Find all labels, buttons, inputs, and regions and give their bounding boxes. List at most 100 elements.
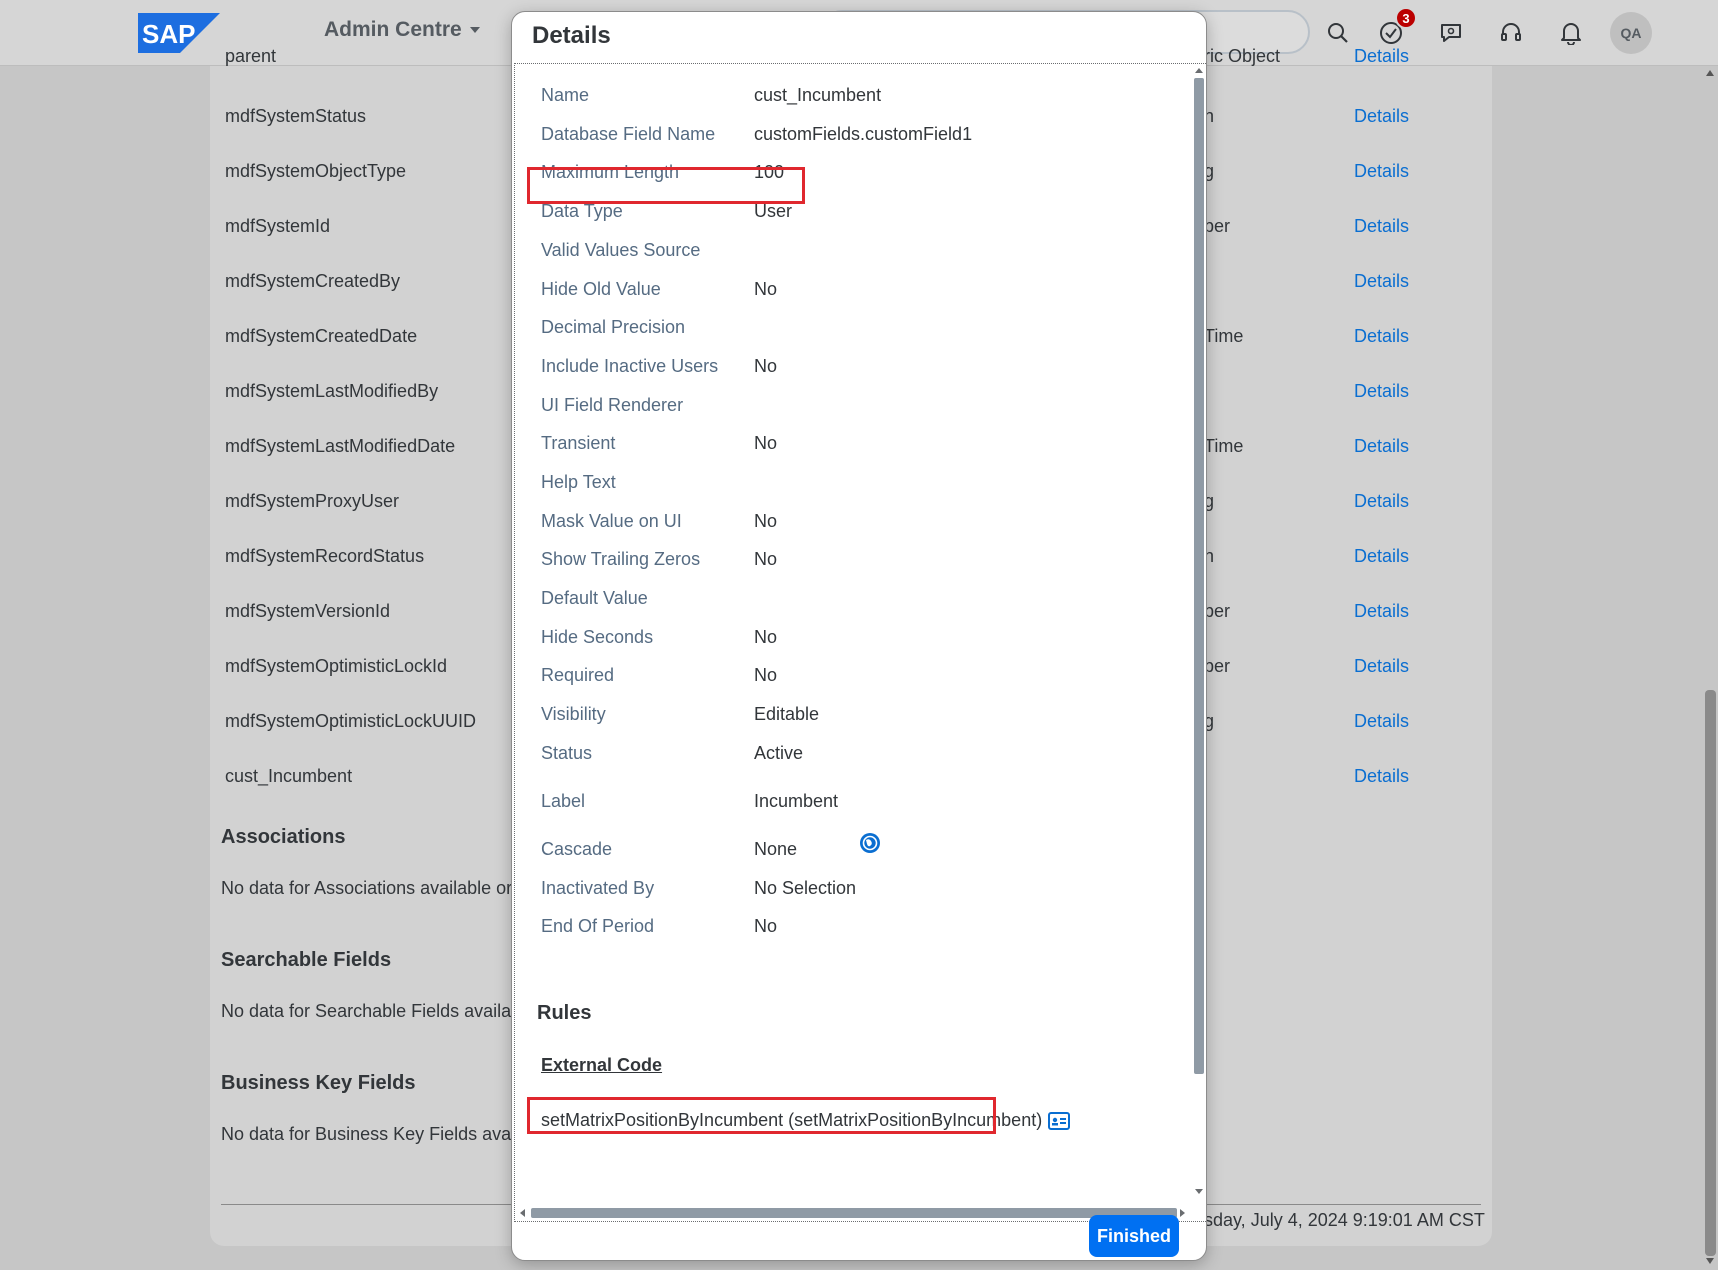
external-code-column-header[interactable]: External Code (541, 1055, 662, 1076)
finished-button[interactable]: Finished (1089, 1215, 1179, 1257)
scroll-down-icon[interactable] (1706, 1258, 1714, 1264)
notification-badge: 3 (1395, 7, 1417, 29)
property-label: Status (541, 743, 593, 763)
property-label: Database Field Name (541, 124, 716, 144)
scroll-up-icon[interactable] (1706, 70, 1714, 76)
avatar[interactable]: QA (1610, 12, 1652, 54)
sap-logo-text: SAP (142, 19, 195, 49)
field-type-partial: ric Object (1204, 46, 1281, 66)
details-link[interactable]: Details (1354, 161, 1409, 182)
details-link[interactable]: Details (1354, 216, 1409, 237)
scroll-up-icon[interactable] (1195, 68, 1203, 73)
todo-icon[interactable]: 3 (1377, 7, 1417, 47)
property-label: Mask Value on UI (541, 511, 682, 531)
dialog-horizontal-scroll-thumb[interactable] (531, 1208, 1177, 1218)
details-link[interactable]: Details (1354, 271, 1409, 292)
business-card-icon[interactable] (1048, 1112, 1070, 1130)
property-label: End Of Period (541, 916, 655, 936)
field-name: mdfSystemOptimisticLockUUID (225, 711, 477, 731)
field-name: mdfSystemId (225, 216, 331, 236)
section-title: Business Key Fields (221, 1072, 416, 1094)
globe-icon[interactable] (859, 832, 881, 854)
dialog-vertical-scrollbar[interactable] (1190, 64, 1206, 1204)
property-value: No (754, 627, 778, 647)
property-value: Active (754, 743, 804, 763)
property-label: Cascade (541, 839, 613, 859)
details-link[interactable]: Details (1354, 711, 1409, 732)
property-value: Incumbent (754, 791, 839, 811)
property-value: No (754, 511, 778, 531)
property-value: No (754, 433, 778, 453)
property-value: No Selection (754, 878, 857, 898)
details-link[interactable]: Details (1354, 106, 1409, 127)
property-value: customFields.customField1 (754, 124, 973, 144)
property-label: Decimal Precision (541, 317, 686, 337)
details-link[interactable]: Details (1354, 436, 1409, 457)
app-title-menu[interactable]: Admin Centre (324, 18, 480, 42)
details-link[interactable]: Details (1354, 491, 1409, 512)
details-link[interactable]: Details (1354, 546, 1409, 567)
page-scrollbar[interactable] (1702, 66, 1718, 1270)
property-value: None (754, 839, 798, 859)
dialog-vertical-scroll-thumb[interactable] (1194, 78, 1204, 1074)
scroll-left-icon[interactable] (520, 1209, 525, 1217)
section-title: Associations (221, 826, 346, 848)
field-name: mdfSystemLastModifiedBy (225, 381, 439, 401)
field-name: mdfSystemOptimisticLockId (225, 656, 448, 676)
section-empty-text: No data for Business Key Fields availa (221, 1124, 513, 1144)
field-name: mdfSystemStatus (225, 106, 367, 126)
property-label: Help Text (541, 472, 616, 492)
property-label: Include Inactive Users (541, 356, 719, 376)
property-label: Valid Values Source (541, 240, 701, 260)
headset-icon[interactable] (1497, 19, 1525, 47)
app-title: Admin Centre (324, 18, 462, 41)
details-dialog: Details Name cust_Incumbent Database Field… (511, 11, 1207, 1261)
search-icon[interactable] (1324, 19, 1352, 47)
property-label: Data Type (541, 201, 623, 221)
property-label: Name (541, 85, 590, 105)
page-scroll-thumb[interactable] (1705, 690, 1716, 1256)
field-name-partial: parent (225, 46, 277, 66)
property-value: cust_Incumbent (754, 85, 882, 105)
property-label: Show Trailing Zeros (541, 549, 701, 569)
scroll-down-icon[interactable] (1195, 1189, 1203, 1194)
field-name: mdfSystemVersionId (225, 601, 391, 621)
section-title: Searchable Fields (221, 949, 392, 971)
details-link[interactable]: Details (1354, 766, 1409, 787)
dialog-horizontal-scrollbar[interactable] (515, 1204, 1190, 1220)
details-link[interactable]: Details (1354, 326, 1409, 347)
property-label: Required (541, 665, 615, 685)
details-link[interactable]: Details (1354, 381, 1409, 402)
property-value: User (754, 201, 793, 221)
property-value: No (754, 665, 778, 685)
property-value: No (754, 916, 778, 936)
property-value: No (754, 279, 778, 299)
section-empty-text: No data for Searchable Fields availab (221, 1001, 513, 1021)
dialog-title: Details (532, 22, 611, 49)
details-link-partial[interactable]: Details (1354, 46, 1409, 67)
field-name: mdfSystemProxyUser (225, 491, 400, 511)
sap-logo[interactable]: SAP (138, 13, 220, 53)
property-label: Label (541, 791, 586, 811)
field-name: mdfSystemLastModifiedDate (225, 436, 456, 456)
property-value: Editable (754, 704, 820, 724)
details-link[interactable]: Details (1354, 601, 1409, 622)
property-label: Inactivated By (541, 878, 655, 898)
property-label: Transient (541, 433, 616, 453)
field-name: mdfSystemObjectType (225, 161, 407, 181)
property-label: Default Value (541, 588, 648, 608)
field-name: mdfSystemCreatedDate (225, 326, 418, 346)
field-name: mdfSystemRecordStatus (225, 546, 425, 566)
field-name: cust_Incumbent (225, 766, 353, 786)
property-label: Hide Old Value (541, 279, 661, 299)
field-type: Time (1204, 436, 1244, 456)
rule-highlight (527, 1097, 996, 1134)
details-link[interactable]: Details (1354, 656, 1409, 677)
property-label: Visibility (541, 704, 606, 724)
field-type: ber (1204, 601, 1231, 621)
bell-icon[interactable] (1557, 19, 1585, 47)
field-name: mdfSystemCreatedBy (225, 271, 401, 291)
scroll-right-icon[interactable] (1180, 1209, 1185, 1217)
last-modified-text: sday, July 4, 2024 9:19:01 AM CST (1204, 1210, 1485, 1230)
feedback-icon[interactable] (1437, 19, 1465, 47)
